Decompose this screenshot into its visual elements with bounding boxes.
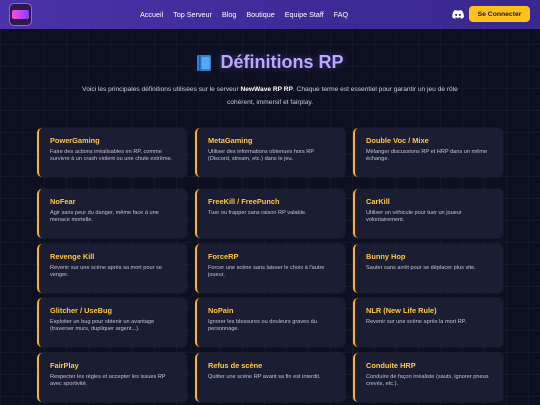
definition-term: Glitcher / UseBug	[50, 306, 113, 315]
nav-link-top-serveur[interactable]: Top Serveur	[173, 10, 212, 19]
definition-description: Tuer ou frapper sans raison RP valable.	[208, 210, 307, 216]
definition-term: FreeKill / FreePunch	[208, 197, 280, 206]
definition-card: ForceRP Forcer une scène sans laisser le…	[195, 244, 345, 293]
definition-card: Revenge Kill Revenir sur une scène après…	[37, 244, 187, 293]
definition-description: Exploiter un bug pour obtenir un avantag…	[50, 319, 155, 333]
login-button[interactable]: Se Connecter	[469, 6, 530, 22]
definition-description: Forcer une scène sans laisser le choix à…	[208, 265, 325, 279]
definition-term: FairPlay	[50, 361, 79, 370]
intro-text: Voici les principales définitions utilis…	[70, 83, 470, 109]
definition-term: Conduite HRP	[366, 361, 416, 370]
definition-card: NoPain Ignorer les blessures ou douleurs…	[195, 298, 345, 347]
definition-card: CarKill Utiliser un véhicule pour tuer u…	[353, 189, 503, 238]
definition-description: Agir sans peur du danger, même face à un…	[50, 210, 159, 224]
definition-term: Revenge Kill	[50, 252, 95, 261]
definition-description: Revenir sur une scène après la mort RP.	[366, 319, 467, 325]
page-title: Définitions RP	[0, 52, 540, 73]
nav-link-faq[interactable]: FAQ	[334, 10, 348, 19]
definition-description: Quitter une scène RP avant sa fin est in…	[208, 374, 321, 380]
definition-card: NoFear Agir sans peur du danger, même fa…	[37, 189, 187, 238]
definition-term: NLR (New Life Rule)	[366, 306, 437, 315]
definition-card: Conduite HRP Conduire de façon irréalist…	[353, 353, 503, 402]
page-title-text: Définitions RP	[220, 52, 344, 72]
definition-description: Conduire de façon irréaliste (sauts, ign…	[366, 374, 489, 388]
logo-mark	[12, 10, 29, 19]
definition-card: Glitcher / UseBug Exploiter un bug pour …	[37, 298, 187, 347]
definition-term: CarKill	[366, 197, 390, 206]
nav-link-blog[interactable]: Blog	[222, 10, 236, 19]
definition-card: Refus de scène Quitter une scène RP avan…	[195, 353, 345, 402]
definition-term: Double Voc / Mixe	[366, 136, 429, 145]
definition-term: Bunny Hop	[366, 252, 406, 261]
top-navbar: Accueil Top Serveur Blog Boutique Equipe…	[0, 0, 540, 29]
definition-card: FairPlay Respecter les règles et accepte…	[37, 353, 187, 402]
definition-card: MetaGaming Utiliser des informations obt…	[195, 128, 345, 177]
definition-description: Utiliser un véhicule pour tuer un joueur…	[366, 210, 462, 224]
definition-card: PowerGaming Faire des actions irréalisab…	[37, 128, 187, 177]
discord-icon[interactable]	[452, 9, 464, 19]
definition-term: NoPain	[208, 306, 234, 315]
book-icon	[197, 54, 212, 71]
server-name: NewWave RP RP	[240, 86, 293, 93]
nav-link-equipe-staff[interactable]: Equipe Staff	[285, 10, 324, 19]
nav-links: Accueil Top Serveur Blog Boutique Equipe…	[140, 0, 358, 29]
definition-term: Refus de scène	[208, 361, 263, 370]
definition-card: NLR (New Life Rule) Revenir sur une scèn…	[353, 298, 503, 347]
definition-description: Respecter les règles et accepter les iss…	[50, 374, 166, 388]
definition-description: Sauter sans arrêt pour se déplacer plus …	[366, 265, 476, 271]
definition-card: FreeKill / FreePunch Tuer ou frapper san…	[195, 189, 345, 238]
definition-term: PowerGaming	[50, 136, 100, 145]
site-logo[interactable]	[9, 3, 32, 26]
definition-card: Bunny Hop Sauter sans arrêt pour se dépl…	[353, 244, 503, 293]
definition-card: Double Voc / Mixe Mélanger discussions R…	[353, 128, 503, 177]
nav-link-accueil[interactable]: Accueil	[140, 10, 163, 19]
definition-description: Faire des actions irréalisables en RP, c…	[50, 149, 173, 163]
definition-description: Revenir sur une scène après sa mort pour…	[50, 265, 162, 279]
definition-description: Ignorer les blessures ou douleurs graves…	[208, 319, 317, 333]
definition-description: Mélanger discussions RP et HRP dans un m…	[366, 149, 488, 163]
definition-term: ForceRP	[208, 252, 239, 261]
definition-description: Utiliser des informations obtenues hors …	[208, 149, 314, 163]
nav-link-boutique[interactable]: Boutique	[246, 10, 274, 19]
definition-term: MetaGaming	[208, 136, 253, 145]
intro-text-start: Voici les principales définitions utilis…	[82, 86, 241, 93]
definition-term: NoFear	[50, 197, 76, 206]
